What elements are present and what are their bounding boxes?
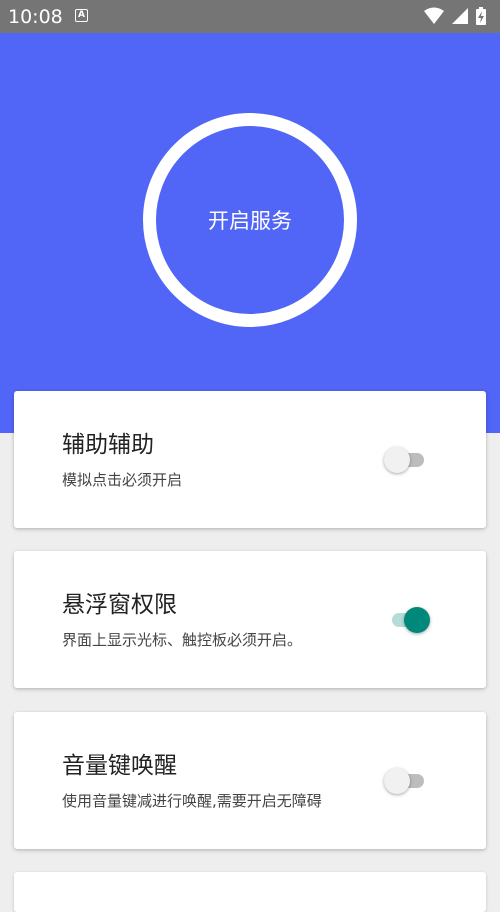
status-icons bbox=[422, 7, 486, 25]
accessibility-toggle[interactable] bbox=[384, 446, 432, 474]
status-time: 10:08 bbox=[8, 6, 63, 28]
volume-wake-toggle[interactable] bbox=[384, 767, 432, 795]
setting-card-partial bbox=[14, 872, 486, 912]
setting-title: 辅助辅助 bbox=[62, 432, 154, 458]
start-service-label: 开启服务 bbox=[208, 209, 292, 233]
switch-thumb bbox=[384, 768, 410, 794]
setting-card-volume-wake: 音量键唤醒 使用音量键减进行唤醒,需要开启无障碍 bbox=[14, 712, 486, 849]
setting-card-accessibility: 辅助辅助 模拟点击必须开启 bbox=[14, 391, 486, 528]
status-bar: 10:08 A bbox=[0, 0, 500, 33]
battery-icon bbox=[476, 7, 486, 25]
setting-card-overlay: 悬浮窗权限 界面上显示光标、触控板必须开启。 bbox=[14, 551, 486, 688]
switch-thumb bbox=[384, 447, 410, 473]
setting-description: 模拟点击必须开启 bbox=[62, 471, 183, 489]
start-service-button[interactable]: 开启服务 bbox=[143, 113, 357, 327]
overlay-permission-toggle[interactable] bbox=[384, 606, 432, 634]
setting-description: 使用音量键减进行唤醒,需要开启无障碍 bbox=[62, 792, 322, 810]
wifi-icon bbox=[423, 7, 444, 24]
notification-app-icon: A bbox=[75, 9, 88, 22]
setting-description: 界面上显示光标、触控板必须开启。 bbox=[62, 631, 303, 649]
cell-signal-icon bbox=[451, 8, 468, 24]
switch-thumb bbox=[404, 607, 430, 633]
setting-title: 悬浮窗权限 bbox=[62, 592, 177, 618]
setting-title: 音量键唤醒 bbox=[62, 753, 177, 779]
hero-header: 开启服务 bbox=[0, 33, 500, 433]
